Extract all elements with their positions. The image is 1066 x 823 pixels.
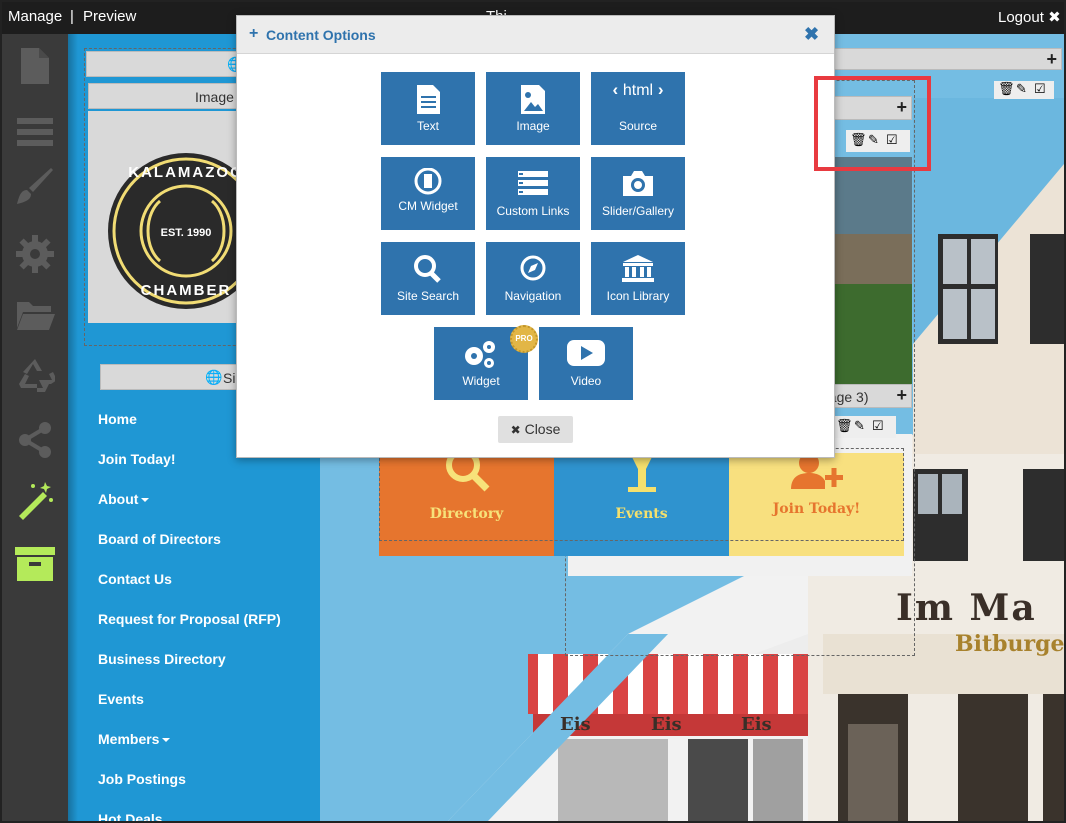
- option-cm-widget-label: CM Widget: [398, 199, 458, 213]
- awning-text: Eis: [560, 714, 591, 735]
- nav-item-members[interactable]: Members: [98, 731, 171, 747]
- trash-icon[interactable]: 🗑: [998, 81, 1015, 97]
- logo-est-text: EST. 1990: [161, 227, 212, 239]
- plus-icon: +: [249, 25, 259, 42]
- content-options-modal: + Content Options ✖ Text Image ‹ html › …: [236, 15, 931, 458]
- trash-icon[interactable]: 🗑: [836, 418, 853, 434]
- magic-wand-icon[interactable]: [15, 480, 55, 520]
- option-image-button[interactable]: Image: [486, 72, 580, 145]
- archive-icon[interactable]: [15, 544, 55, 584]
- source-highlight-box: [814, 76, 931, 171]
- option-image-label: Image: [516, 119, 550, 133]
- nav-item-about-label: About: [98, 491, 139, 507]
- text-icon: [417, 85, 440, 114]
- nav-item-events[interactable]: Events: [98, 691, 144, 707]
- nav-item-join-today[interactable]: Join Today!: [98, 451, 176, 467]
- image3-actions: 🗑 ✎ ☑: [832, 416, 896, 438]
- nav-item-members-label: Members: [98, 731, 160, 747]
- tiles-outline: [379, 448, 904, 541]
- share-icon[interactable]: [15, 420, 55, 460]
- row-actions: 🗑 ✎ ☑: [994, 81, 1054, 99]
- option-video-button[interactable]: Video: [539, 327, 633, 400]
- logout-link[interactable]: Logout ✖: [998, 8, 1061, 26]
- chevron-down-icon: [162, 738, 171, 742]
- nav-item-home[interactable]: Home: [98, 411, 137, 427]
- html-icon: ‹ html ›: [612, 80, 664, 99]
- option-site-search-button[interactable]: Site Search: [381, 242, 475, 315]
- bank-icon: [622, 255, 654, 282]
- logo-bottom-text: CHAMBER: [141, 282, 232, 299]
- close-button-label: Close: [524, 421, 561, 437]
- folder-icon[interactable]: [15, 294, 55, 334]
- option-source-label: Source: [618, 119, 658, 133]
- nav-item-business-directory[interactable]: Business Directory: [98, 651, 226, 667]
- nav-item-hot-deals[interactable]: Hot Deals: [98, 811, 163, 821]
- option-widget-button[interactable]: Widget PRO: [434, 325, 538, 400]
- chevron-down-icon: [141, 498, 150, 502]
- recycle-icon[interactable]: [15, 356, 55, 396]
- option-custom-links-label: Custom Links: [496, 204, 570, 218]
- camera-icon: [623, 171, 653, 196]
- topbar-separator: |: [70, 8, 74, 25]
- row-toolbar[interactable]: +: [830, 48, 1062, 70]
- option-cm-widget-button[interactable]: CM Widget: [381, 157, 475, 230]
- tool-sidebar: [2, 34, 68, 821]
- image-label: Image: [195, 89, 234, 105]
- image-icon: [521, 85, 545, 114]
- option-text-button[interactable]: Text: [381, 72, 475, 145]
- nav-item-about[interactable]: About: [98, 491, 150, 507]
- check-icon[interactable]: ☑: [1034, 81, 1046, 97]
- cm-widget-icon: [414, 168, 442, 195]
- storefront-brand: Bitburger: [955, 631, 1064, 657]
- menu-icon[interactable]: [15, 112, 55, 152]
- close-icon: ✖: [1048, 9, 1061, 26]
- option-widget-label: Widget: [462, 374, 500, 388]
- option-video-label: Video: [570, 374, 602, 388]
- plus-icon[interactable]: +: [896, 385, 907, 406]
- storefront-sign: Im Ma: [896, 587, 1037, 629]
- option-slider-gallery-label: Slider/Gallery: [601, 204, 675, 218]
- awning-text: Eis: [651, 714, 682, 735]
- pencil-icon[interactable]: ✎: [854, 418, 865, 434]
- pro-badge: PRO: [510, 325, 538, 353]
- nav-item-contact-us[interactable]: Contact Us: [98, 571, 172, 587]
- preview-link[interactable]: Preview: [83, 8, 136, 25]
- option-icon-library-button[interactable]: Icon Library: [591, 242, 685, 315]
- custom-links-icon: [518, 171, 548, 195]
- plus-icon[interactable]: +: [1046, 49, 1057, 70]
- option-source-button[interactable]: ‹ html › Source: [591, 72, 685, 145]
- app-window: Manage | Preview Thi Logout ✖: [2, 2, 1064, 821]
- option-site-search-label: Site Search: [396, 289, 460, 303]
- gear-icon[interactable]: [15, 234, 55, 274]
- close-button[interactable]: ✖ Close: [498, 416, 573, 443]
- modal-close-icon[interactable]: ✖: [804, 24, 819, 45]
- close-icon: ✖: [510, 423, 521, 437]
- option-text-label: Text: [416, 119, 439, 133]
- awning-text: Eis: [741, 714, 772, 735]
- compass-icon: [520, 255, 546, 281]
- check-icon[interactable]: ☑: [872, 418, 884, 434]
- html-icon-text: html: [622, 82, 654, 99]
- brush-icon[interactable]: [15, 168, 55, 208]
- option-custom-links-button[interactable]: Custom Links: [486, 157, 580, 230]
- manage-link[interactable]: Manage: [8, 8, 62, 25]
- option-navigation-button[interactable]: Navigation: [486, 242, 580, 315]
- pencil-icon[interactable]: ✎: [1016, 81, 1027, 97]
- nav-item-rfp[interactable]: Request for Proposal (RFP): [98, 611, 281, 627]
- option-icon-library-label: Icon Library: [606, 289, 670, 303]
- logo-top-text: KALAMAZOO: [128, 164, 244, 181]
- page-icon[interactable]: [15, 46, 55, 86]
- option-navigation-label: Navigation: [504, 289, 562, 303]
- search-icon: [414, 255, 441, 283]
- youtube-icon: [567, 340, 605, 366]
- nav-item-board-of-directors[interactable]: Board of Directors: [98, 531, 221, 547]
- nav-item-job-postings[interactable]: Job Postings: [98, 771, 186, 787]
- pro-badge-label: PRO: [515, 334, 533, 343]
- option-slider-gallery-button[interactable]: Slider/Gallery: [591, 157, 685, 230]
- modal-title: Content Options: [266, 27, 376, 43]
- modal-header: + Content Options ✖: [237, 16, 834, 54]
- site-bar-label: Si: [223, 370, 236, 386]
- globe-icon: 🌐: [205, 369, 223, 385]
- logout-label: Logout: [998, 9, 1044, 26]
